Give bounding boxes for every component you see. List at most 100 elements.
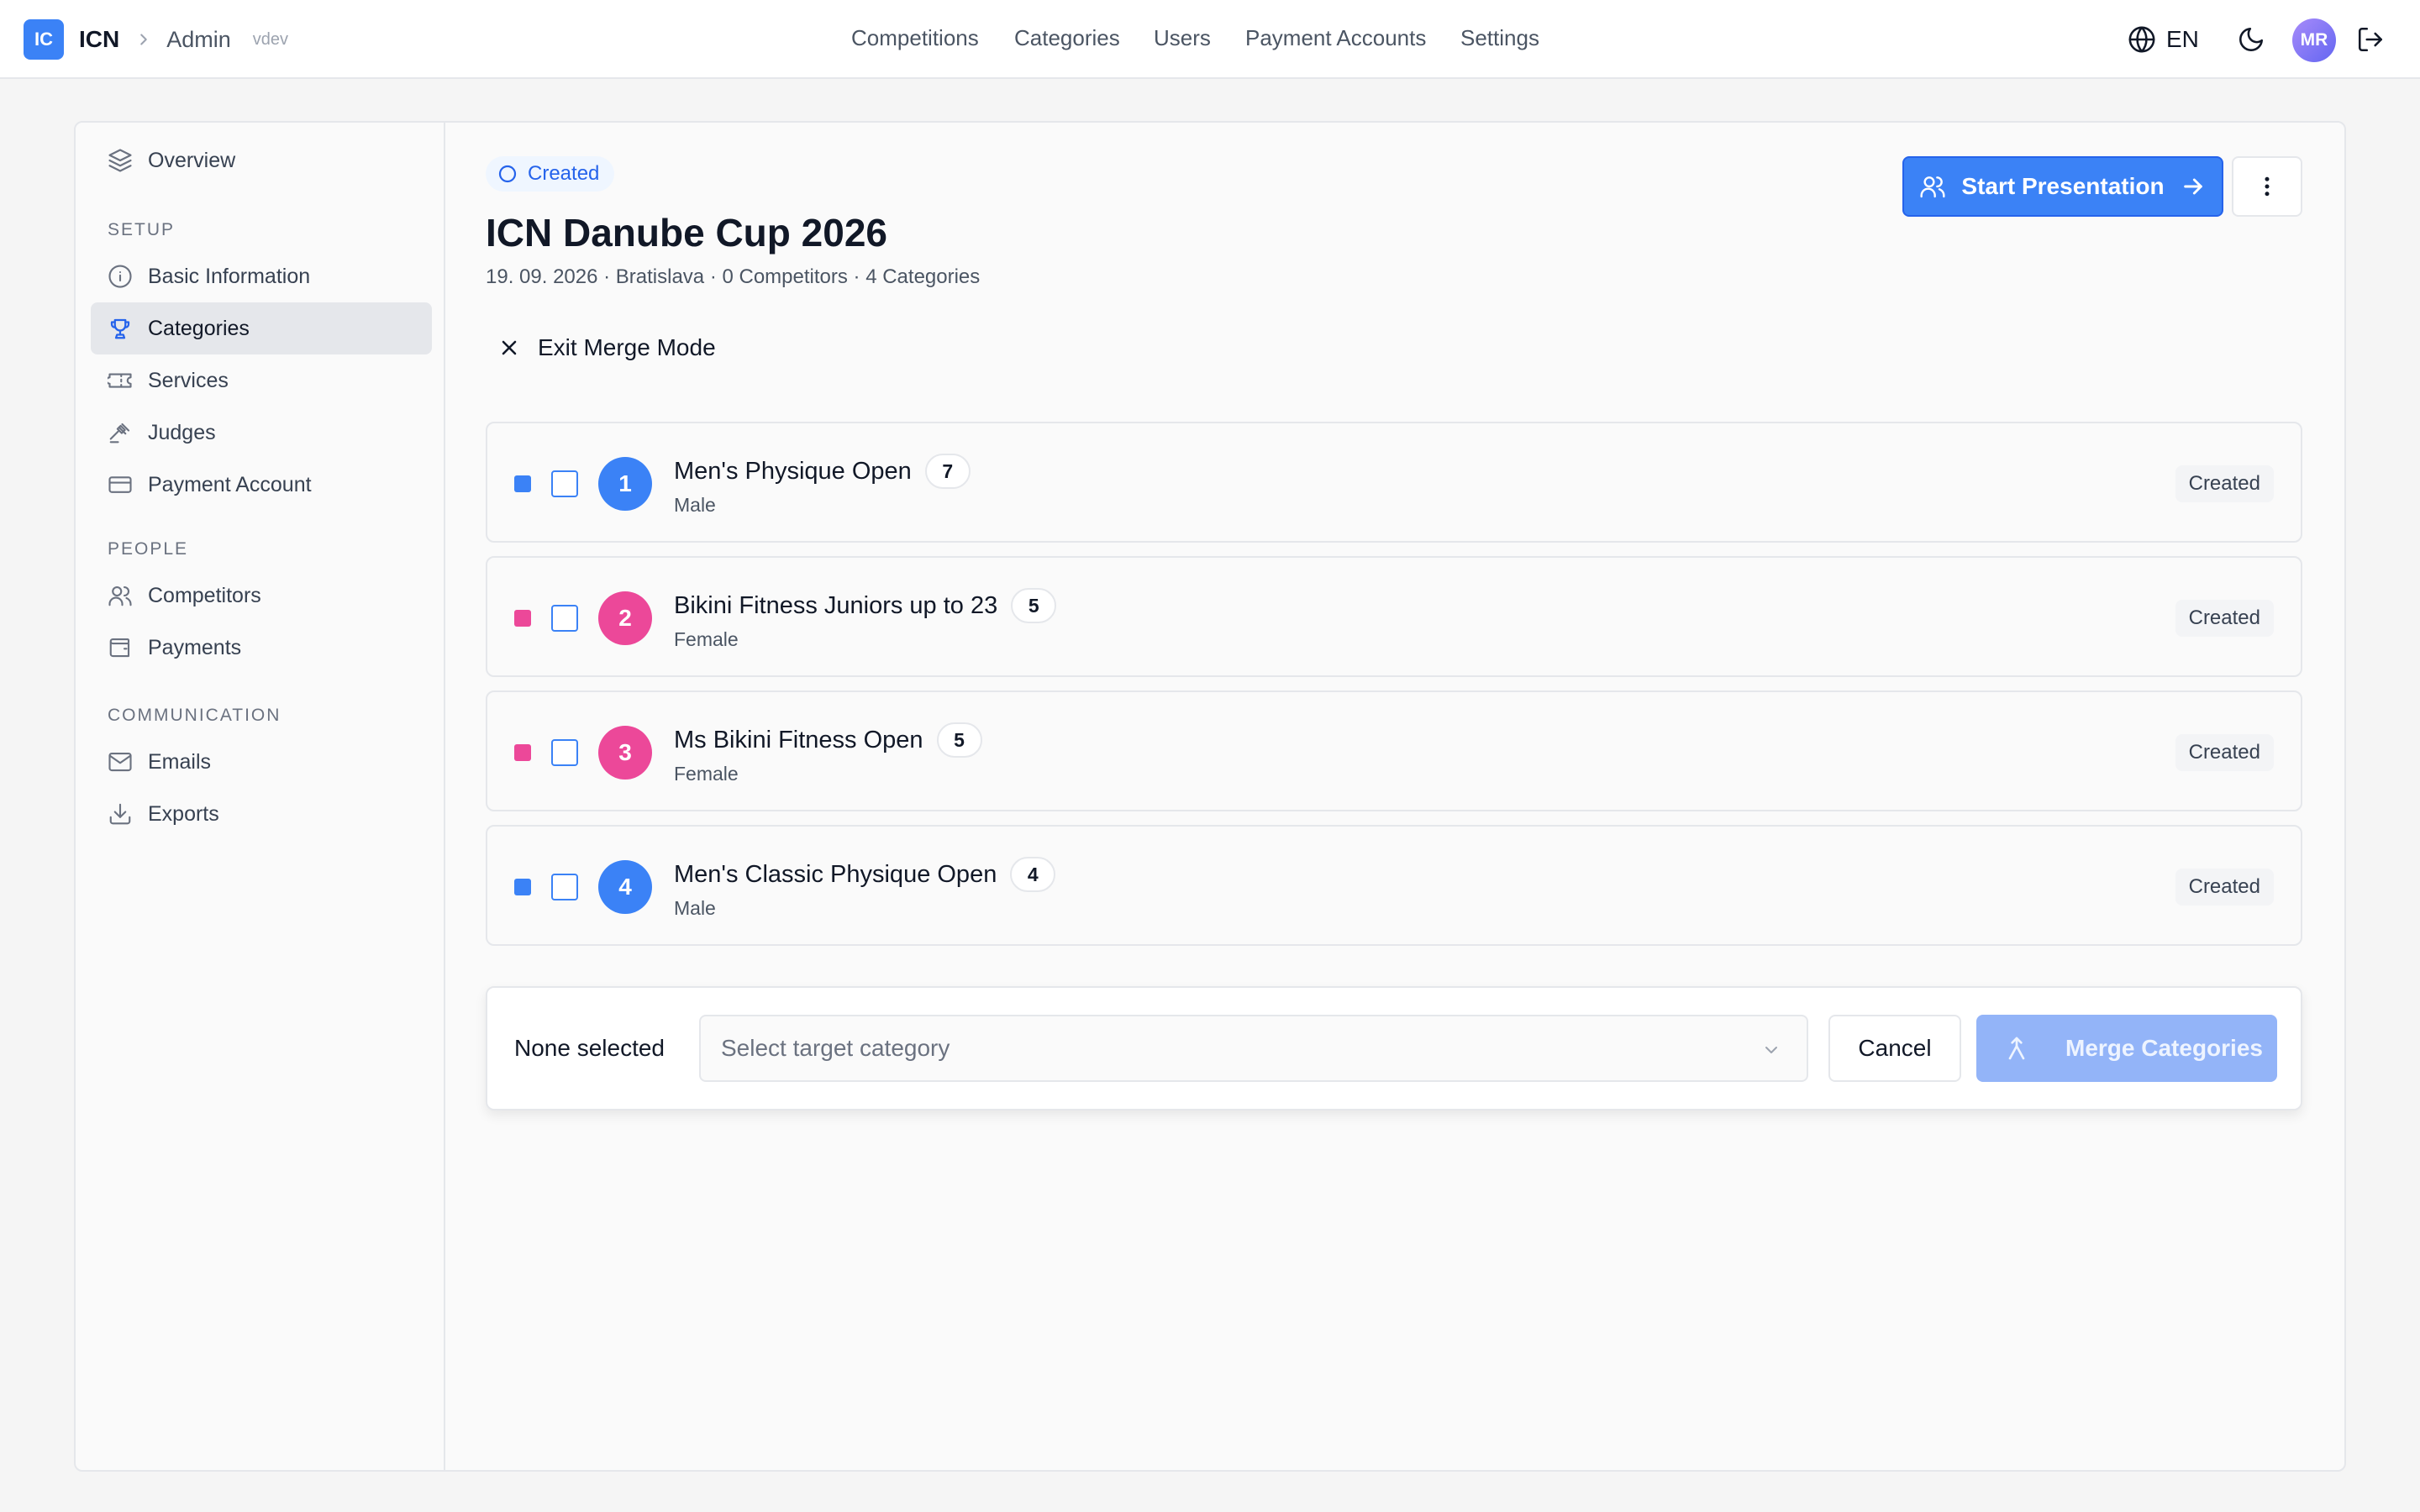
users-icon	[108, 585, 132, 606]
cancel-button[interactable]: Cancel	[1828, 1015, 1961, 1082]
info-icon	[108, 265, 132, 288]
sidebar-item-basic-information[interactable]: Basic Information	[91, 250, 432, 302]
sidebar-item-judges[interactable]: Judges	[91, 407, 432, 459]
chevron-down-icon	[1765, 1047, 1777, 1053]
nav-users[interactable]: Users	[1154, 25, 1211, 51]
category-status-badge: Created	[2175, 734, 2274, 771]
trophy-icon	[110, 318, 130, 339]
category-row[interactable]: 2 Bikini Fitness Juniors up to 23 5 Fema…	[486, 556, 2302, 677]
circle-icon	[498, 165, 517, 183]
category-number: 3	[598, 726, 652, 780]
competitor-count-badge: 5	[936, 722, 982, 758]
start-presentation-button[interactable]: Start Presentation	[1902, 156, 2223, 217]
mail-icon	[108, 752, 132, 772]
category-gender: Female	[674, 763, 739, 785]
category-name-row: Ms Bikini Fitness Open 5	[674, 722, 982, 758]
start-presentation-label: Start Presentation	[1961, 173, 2165, 199]
more-options-button[interactable]	[2232, 156, 2302, 217]
category-name-row: Bikini Fitness Juniors up to 23 5	[674, 588, 1057, 623]
competitor-count-badge: 7	[924, 454, 971, 489]
merge-icon	[2008, 1037, 2025, 1060]
category-gender: Male	[674, 494, 716, 516]
status-label: Created	[528, 162, 600, 185]
more-vertical-icon	[2265, 176, 2270, 197]
sidebar: Overview SETUP Basic Information Categor…	[76, 123, 445, 1470]
wallet-icon	[109, 638, 130, 658]
sidebar-heading-communication: COMMUNICATION	[108, 706, 281, 725]
sidebar-item-services[interactable]: Services	[91, 354, 432, 407]
merge-categories-button[interactable]: Merge Categories	[1976, 1015, 2277, 1082]
chevron-right-icon	[140, 34, 147, 45]
category-gender: Female	[674, 628, 739, 650]
moon-icon[interactable]	[2237, 25, 2265, 54]
category-checkbox[interactable]	[551, 739, 578, 766]
sidebar-item-competitors[interactable]: Competitors	[91, 570, 432, 622]
sidebar-item-label: Competitors	[148, 583, 261, 607]
competitor-count-badge: 4	[1010, 857, 1056, 892]
nav-categories[interactable]: Categories	[1014, 25, 1120, 51]
user-avatar[interactable]: MR	[2292, 18, 2336, 62]
sidebar-item-label: Emails	[148, 749, 212, 774]
category-number: 4	[598, 860, 652, 914]
sidebar-item-label: Overview	[148, 148, 236, 172]
sidebar-item-payments[interactable]: Payments	[91, 622, 432, 674]
category-status-badge: Created	[2175, 600, 2274, 637]
users-icon	[1920, 176, 1945, 198]
sidebar-item-payment-account[interactable]: Payment Account	[91, 459, 432, 511]
close-icon	[502, 340, 517, 355]
category-color-swatch	[514, 610, 531, 627]
category-name: Bikini Fitness Juniors up to 23	[674, 591, 998, 619]
exit-merge-mode-button[interactable]: Exit Merge Mode	[497, 331, 716, 365]
competitor-count-badge: 5	[1011, 588, 1057, 623]
category-checkbox[interactable]	[551, 874, 578, 900]
breadcrumb-admin[interactable]: Admin	[166, 27, 231, 53]
selection-summary: None selected	[514, 1035, 666, 1061]
brand: IC ICN Admin vdev	[24, 19, 288, 60]
brand-name[interactable]: ICN	[79, 26, 119, 53]
page-title: ICN Danube Cup 2026	[486, 211, 887, 255]
brand-logo[interactable]: IC	[24, 19, 64, 60]
merge-categories-label: Merge Categories	[2065, 1035, 2263, 1061]
category-status-badge: Created	[2175, 465, 2274, 502]
nav-payment-accounts[interactable]: Payment Accounts	[1245, 25, 1426, 51]
category-row[interactable]: 1 Men's Physique Open 7 Male Created	[486, 422, 2302, 543]
category-number: 2	[598, 591, 652, 645]
competition-meta: 19. 09. 2026 · Bratislava · 0 Competitor…	[486, 265, 981, 288]
category-checkbox[interactable]	[551, 605, 578, 632]
nav-competitions[interactable]: Competitions	[851, 25, 979, 51]
category-name-row: Men's Classic Physique Open 4	[674, 857, 1056, 892]
sidebar-heading-setup: SETUP	[108, 220, 176, 239]
layers-icon	[108, 149, 132, 172]
target-category-select[interactable]: Select target category	[699, 1015, 1808, 1082]
sidebar-item-emails[interactable]: Emails	[91, 736, 432, 788]
nav-settings[interactable]: Settings	[1460, 25, 1539, 51]
sidebar-item-label: Categories	[148, 316, 250, 340]
language-selector[interactable]: EN	[2166, 26, 2199, 53]
sidebar-item-categories[interactable]: Categories	[91, 302, 432, 354]
category-row[interactable]: 3 Ms Bikini Fitness Open 5 Female Create…	[486, 690, 2302, 811]
sidebar-item-label: Basic Information	[148, 264, 311, 288]
sidebar-item-label: Services	[148, 368, 229, 392]
sidebar-item-exports[interactable]: Exports	[91, 788, 432, 840]
globe-icon[interactable]	[2128, 25, 2156, 54]
sidebar-item-label: Exports	[148, 801, 219, 826]
sidebar-item-label: Judges	[148, 420, 216, 444]
target-category-placeholder: Select target category	[721, 1035, 950, 1061]
category-checkbox[interactable]	[551, 470, 578, 497]
top-bar: IC ICN Admin vdev Competitions Categorie…	[0, 0, 2420, 79]
merge-toolbar: None selected Select target category Can…	[486, 986, 2302, 1110]
category-number: 1	[598, 457, 652, 511]
category-row[interactable]: 4 Men's Classic Physique Open 4 Male Cre…	[486, 825, 2302, 946]
main-panel: Overview SETUP Basic Information Categor…	[74, 121, 2346, 1472]
gavel-icon	[109, 423, 130, 444]
credit-card-icon	[108, 476, 132, 493]
category-color-swatch	[514, 744, 531, 761]
category-name: Ms Bikini Fitness Open	[674, 726, 923, 753]
sidebar-item-overview[interactable]: Overview	[91, 134, 432, 186]
sidebar-item-label: Payment Account	[148, 472, 312, 496]
competition-status-badge: Created	[486, 156, 615, 192]
category-color-swatch	[514, 475, 531, 492]
ticket-icon	[108, 373, 132, 388]
sidebar-item-label: Payments	[148, 635, 242, 659]
logout-icon[interactable]	[2356, 25, 2385, 54]
